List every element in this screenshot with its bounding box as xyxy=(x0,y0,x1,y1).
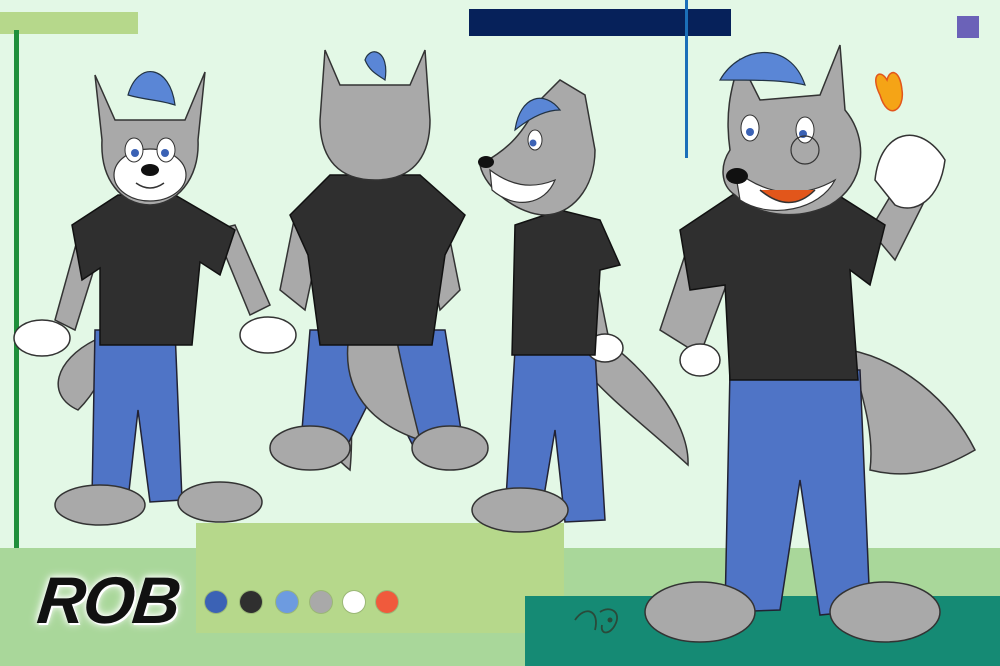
swatch-hair-blue xyxy=(205,591,227,613)
swatch-fur-white xyxy=(343,591,365,613)
wolf-front-figure xyxy=(13,71,297,526)
swatch-accent-orange xyxy=(376,591,398,613)
artist-signature xyxy=(574,608,618,634)
wolf-side-figure xyxy=(471,79,689,533)
wolf-pose-figure xyxy=(644,44,976,643)
reference-sheet: ROB xyxy=(0,0,1000,666)
swatch-jeans-blue xyxy=(276,591,298,613)
character-name: ROB xyxy=(34,563,183,637)
wolf-back-figure xyxy=(269,49,489,472)
swatch-shirt-black xyxy=(240,591,262,613)
swatch-fur-gray xyxy=(310,591,332,613)
